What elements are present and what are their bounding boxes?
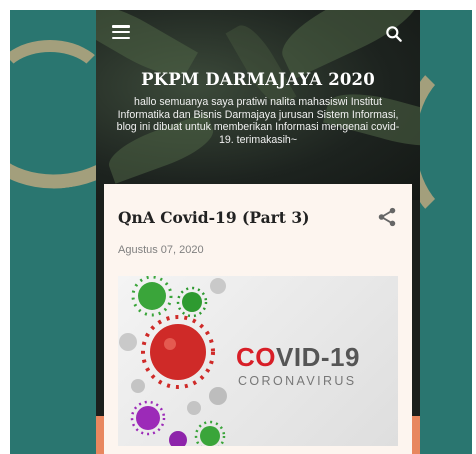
- blog-title[interactable]: PKPM DARMAJAYA 2020: [96, 70, 420, 89]
- virus-cell-purple: [130, 400, 166, 436]
- blog-description: hallo semuanya saya pratiwi nalita mahas…: [116, 96, 400, 146]
- share-icon[interactable]: [376, 206, 398, 228]
- post-date: Agustus 07, 2020: [118, 244, 204, 256]
- covid-headline-rest: VID-19: [276, 342, 360, 372]
- search-icon[interactable]: [384, 24, 404, 44]
- virus-cell-purple: [169, 431, 187, 446]
- virus-cell-green: [194, 420, 226, 446]
- virus-cell-red: [141, 315, 215, 389]
- mobile-blog-view: PKPM DARMAJAYA 2020 hallo semuanya saya …: [96, 10, 420, 454]
- covid-headline: COVID-19: [236, 342, 360, 373]
- top-bar: [96, 10, 420, 58]
- post-card: QnA Covid-19 (Part 3) Agustus 07, 2020 C…: [104, 184, 412, 454]
- virus-cell-green: [176, 286, 208, 318]
- post-title[interactable]: QnA Covid-19 (Part 3): [118, 208, 309, 227]
- post-image[interactable]: COVID-19 CORONAVIRUS: [118, 276, 398, 446]
- virus-cell-green: [131, 276, 173, 317]
- covid-subtitle: CORONAVIRUS: [238, 374, 357, 388]
- hamburger-menu-icon[interactable]: [112, 24, 130, 40]
- covid-headline-red: CO: [236, 342, 276, 372]
